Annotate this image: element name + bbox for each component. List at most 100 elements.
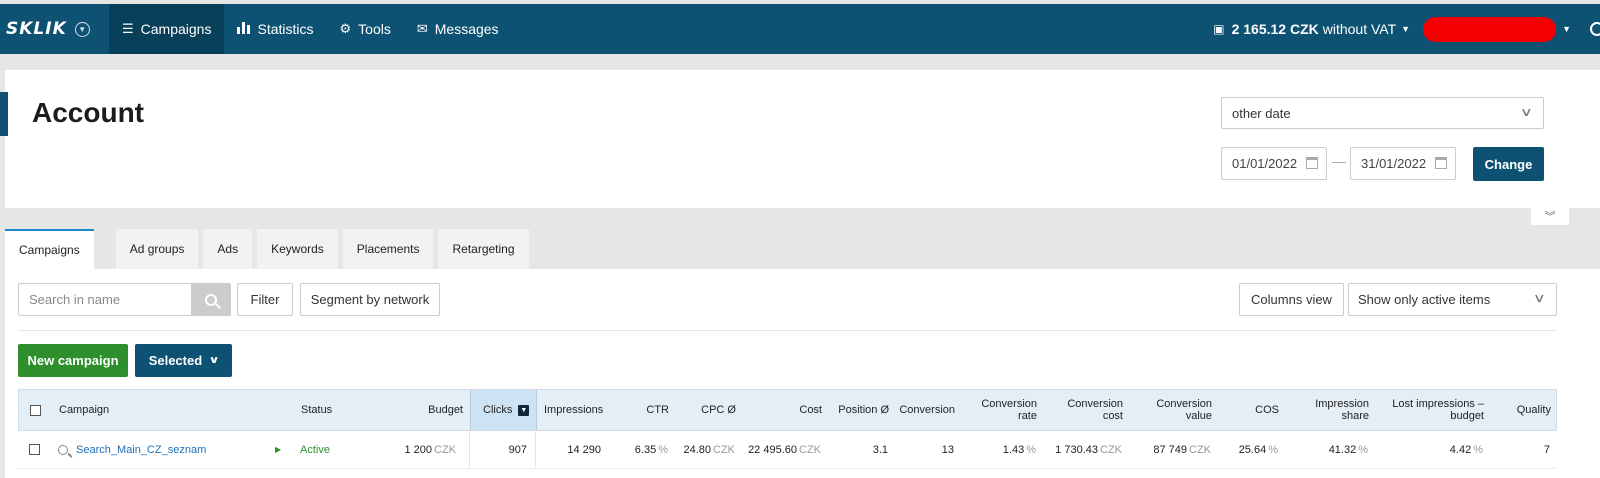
col-impression-share[interactable]: Impression share <box>1289 390 1369 430</box>
col-cos[interactable]: COS <box>1219 390 1279 430</box>
tab-campaigns[interactable]: Campaigns <box>5 229 94 269</box>
account-credit[interactable]: ▣ 2 165.12 CZK without VAT ▼ <box>1213 21 1410 37</box>
lost-impressions-cell: 4.42% <box>1378 431 1483 468</box>
selected-actions-button[interactable]: Selected ∨ <box>135 344 232 377</box>
campaign-name-link[interactable]: Search_Main_CZ_seznam <box>76 444 206 456</box>
sklik-logo[interactable]: SKLIK ▼ <box>0 4 109 54</box>
col-conversion-value[interactable]: Conversion value <box>1134 390 1212 430</box>
col-clicks[interactable]: Clicks ▼ <box>470 390 537 430</box>
active-items-select[interactable]: Show only active items ∨ <box>1348 283 1557 316</box>
search-icon[interactable] <box>1590 22 1600 36</box>
chevron-down-icon: ∨ <box>1520 105 1534 119</box>
col-position[interactable]: Position Ø <box>829 390 889 430</box>
status-badge: Active <box>300 443 330 456</box>
col-cost[interactable]: Cost <box>749 390 822 430</box>
col-status[interactable]: Status <box>301 390 332 430</box>
campaigns-table: Campaign Status Budget Clicks ▼ Impressi… <box>18 389 1557 469</box>
new-campaign-button[interactable]: New campaign <box>18 344 128 377</box>
sidebar-toggle-tab[interactable] <box>0 92 8 136</box>
col-quality[interactable]: Quality <box>1494 390 1551 430</box>
tab-ads[interactable]: Ads <box>203 229 253 269</box>
envelope-icon: ✉ <box>416 21 428 36</box>
nav-item-campaigns[interactable]: ☰ Campaigns <box>109 4 225 54</box>
filter-button[interactable]: Filter <box>237 283 293 316</box>
columns-view-button[interactable]: Columns view <box>1239 283 1344 316</box>
cpc-value: 24.80 <box>683 443 711 456</box>
cos-cell: 25.64% <box>1218 431 1278 468</box>
col-budget[interactable]: Budget <box>379 390 463 430</box>
table-row: Search_Main_CZ_seznam ▶ Active 1 200 CZK … <box>18 431 1557 469</box>
col-conversion-rate[interactable]: Conversion rate <box>964 390 1037 430</box>
sort-desc-icon[interactable]: ▼ <box>518 404 530 416</box>
collapse-header-icon[interactable]: ︾ <box>1531 207 1569 225</box>
search-button[interactable] <box>191 284 230 315</box>
change-button[interactable]: Change <box>1473 147 1544 181</box>
main-content: Filter Segment by network Columns view S… <box>5 269 1600 478</box>
conversion-value-unit: CZK <box>1189 443 1211 456</box>
calendar-icon[interactable] <box>1435 157 1447 169</box>
table-header: Campaign Status Budget Clicks ▼ Impressi… <box>18 389 1557 431</box>
col-cpc[interactable]: CPC Ø <box>679 390 736 430</box>
calendar-icon[interactable] <box>1306 157 1318 169</box>
date-from-input[interactable]: 01/01/2022 <box>1221 147 1327 180</box>
budget-value: 1 200 <box>404 443 432 456</box>
nav-item-tools[interactable]: ⚙ Tools <box>327 4 404 54</box>
col-impressions[interactable]: Impressions <box>544 390 603 430</box>
cost-value: 22 495.60 <box>748 443 797 456</box>
conversion-value-value: 87 749 <box>1153 443 1187 456</box>
col-conversion[interactable]: Conversion <box>894 390 955 430</box>
date-to-input[interactable]: 31/01/2022 <box>1350 147 1456 180</box>
col-ctr[interactable]: CTR <box>609 390 669 430</box>
chevron-down-icon: ▼ <box>1401 24 1411 34</box>
nav-item-messages[interactable]: ✉ Messages <box>404 4 512 54</box>
nav-label: Messages <box>434 21 499 37</box>
date-to-value: 31/01/2022 <box>1361 156 1427 171</box>
select-all-checkbox[interactable] <box>30 390 41 430</box>
chevron-down-icon: ∨ <box>1533 291 1547 305</box>
impression-share-value: 41.32 <box>1328 443 1357 456</box>
conversion-cell: 13 <box>941 443 954 456</box>
campaign-cell: Search_Main_CZ_seznam <box>58 431 206 468</box>
tab-placements[interactable]: Placements <box>342 229 434 269</box>
segment-by-network-button[interactable]: Segment by network <box>300 283 440 316</box>
conversion-cost-value: 1 730.43 <box>1055 443 1098 456</box>
conversion-rate-cell: 1.43% <box>963 431 1036 468</box>
ctr-unit: % <box>658 443 668 456</box>
col-conversion-cost[interactable]: Conversion cost <box>1049 390 1123 430</box>
ctr-cell: 6.35% <box>608 431 668 468</box>
nav-item-statistics[interactable]: Statistics <box>224 4 326 54</box>
selected-label: Selected <box>148 353 203 368</box>
play-icon[interactable]: ▶ <box>275 431 281 468</box>
tab-keywords[interactable]: Keywords <box>257 229 338 269</box>
date-from-value: 01/01/2022 <box>1232 156 1298 171</box>
row-checkbox[interactable] <box>29 431 40 468</box>
logo-text: SKLIK <box>6 19 67 39</box>
cost-cell: 22 495.60 CZK <box>738 431 821 468</box>
user-account-redacted[interactable] <box>1423 16 1557 42</box>
chevron-down-icon[interactable]: ▼ <box>1562 24 1571 34</box>
search-input[interactable] <box>19 284 191 315</box>
col-conversion-rate-line1: Conversion <box>981 398 1037 410</box>
search-campaign-icon <box>58 444 68 455</box>
date-range-select[interactable]: other date ∨ <box>1221 97 1544 129</box>
cost-unit: CZK <box>799 443 821 456</box>
header-panel: Account other date ∨ 01/01/2022 — 31/01/… <box>5 70 1600 208</box>
col-impression-share-line1: Impression <box>1315 398 1369 410</box>
chevron-down-icon[interactable]: ▼ <box>74 21 90 37</box>
col-clicks-label: Clicks <box>483 404 513 416</box>
impression-share-unit: % <box>1358 443 1368 456</box>
gear-icon: ⚙ <box>339 21 352 36</box>
entity-tabs: Campaigns Ad groups Ads Keywords Placeme… <box>5 229 534 269</box>
budget-cell[interactable]: 1 200 CZK <box>378 431 456 468</box>
col-lost-impressions-line2: budget <box>1450 410 1484 422</box>
col-campaign[interactable]: Campaign <box>59 390 109 430</box>
col-lost-impressions[interactable]: Lost impressions – budget <box>1379 390 1484 430</box>
list-icon: ☰ <box>122 21 134 36</box>
tab-retargeting[interactable]: Retargeting <box>438 229 529 269</box>
credit-suffix: without VAT <box>1322 21 1397 37</box>
impression-share-cell: 41.32% <box>1288 431 1368 468</box>
tab-ad-groups[interactable]: Ad groups <box>115 229 199 269</box>
impressions-cell: 14 290 <box>567 443 601 456</box>
clicks-cell: 907 <box>469 431 536 468</box>
lost-impressions-unit: % <box>1473 443 1483 456</box>
